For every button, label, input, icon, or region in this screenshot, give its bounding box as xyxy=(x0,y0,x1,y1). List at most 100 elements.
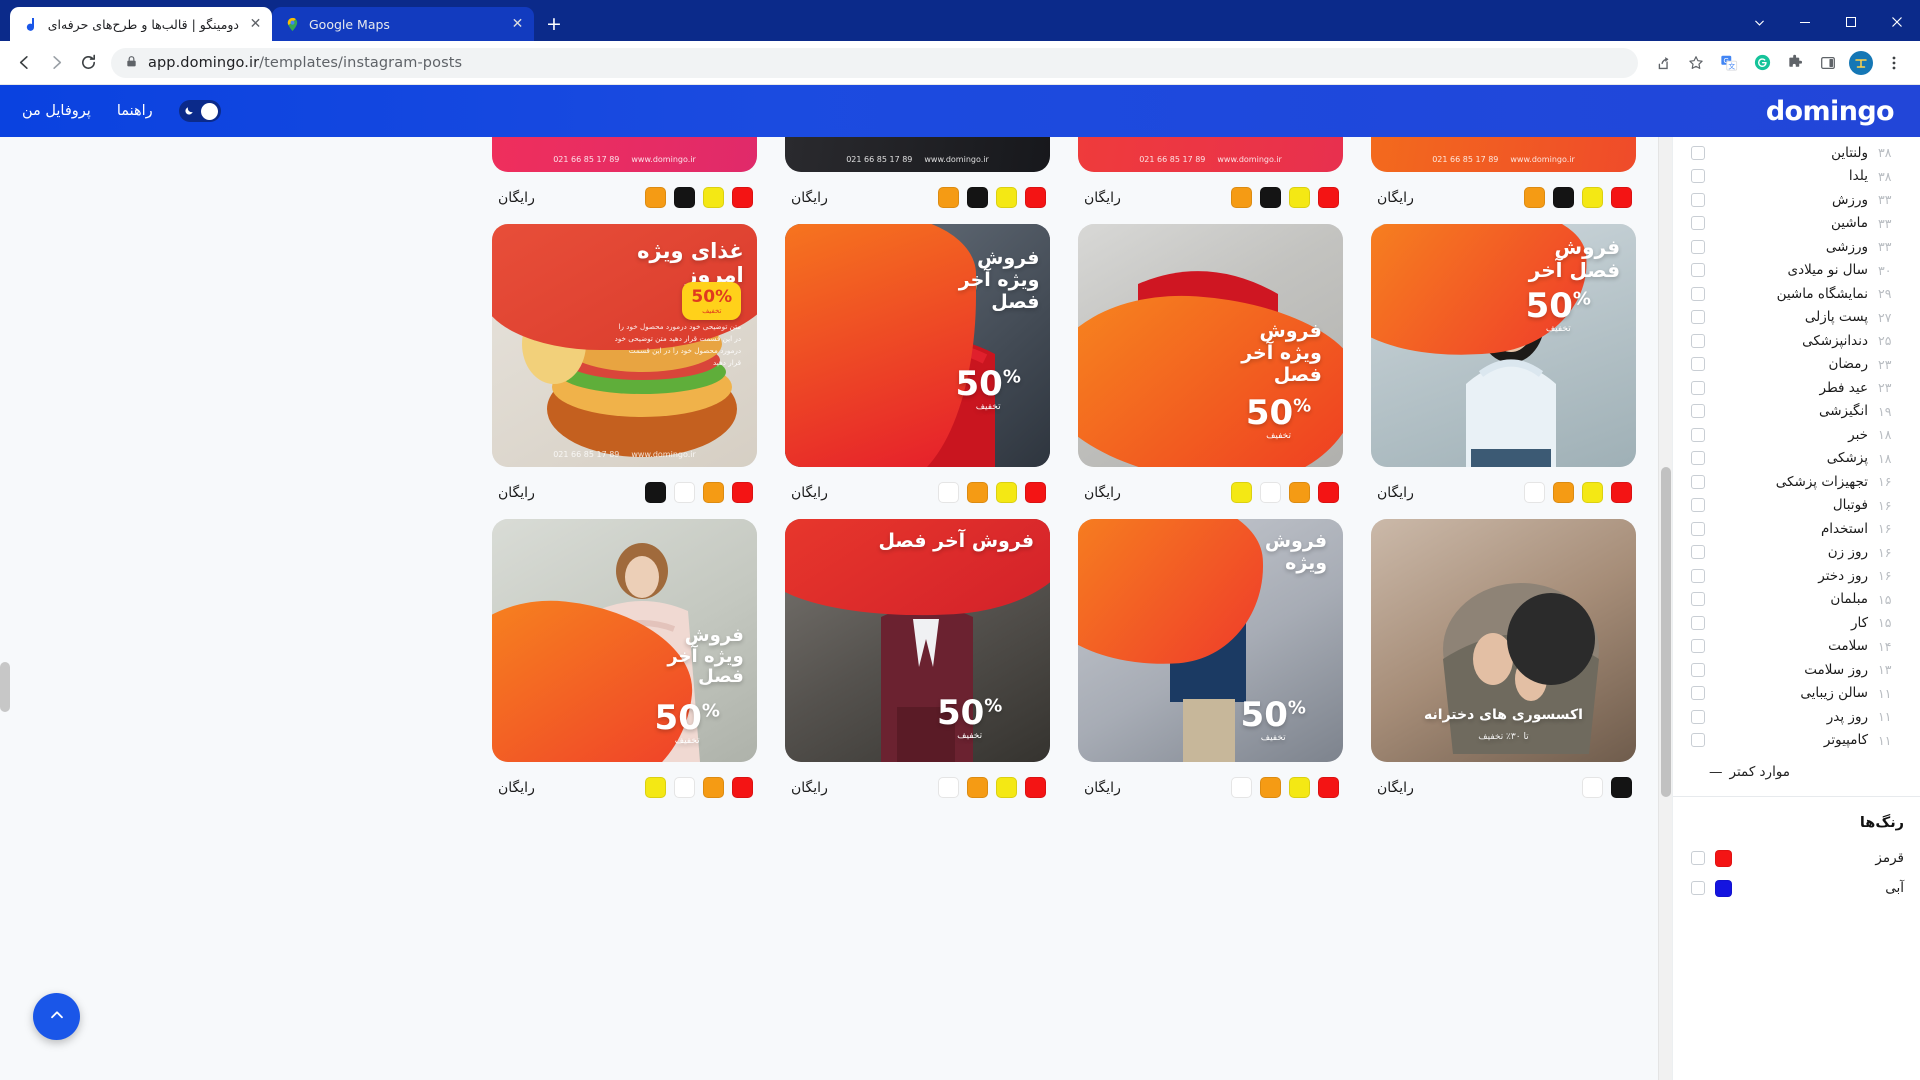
tag-checkbox[interactable] xyxy=(1691,192,1705,207)
card-color-swatch[interactable] xyxy=(1582,482,1603,503)
card-color-swatch[interactable] xyxy=(1611,777,1632,798)
card-color-swatch[interactable] xyxy=(1260,187,1281,208)
tag-filter-row[interactable]: ۱۱ روز پدر xyxy=(1673,705,1920,729)
tag-filter-row[interactable]: ۳۸ ولنتاین xyxy=(1673,141,1920,165)
tag-checkbox[interactable] xyxy=(1691,592,1705,607)
tag-checkbox[interactable] xyxy=(1691,169,1705,184)
tag-checkbox[interactable] xyxy=(1691,404,1705,419)
tag-filter-row[interactable]: ۱۸ پزشکی xyxy=(1673,447,1920,471)
color-filter-row[interactable]: آبی xyxy=(1673,873,1920,903)
tag-filter-row[interactable]: ۳۳ ورزشی xyxy=(1673,235,1920,259)
tag-checkbox[interactable] xyxy=(1691,639,1705,654)
tag-filter-row[interactable]: ۱۱ کامپیوتر xyxy=(1673,729,1920,753)
template-thumbnail[interactable]: فروش ویژه آخر فصل 50% تخفیف xyxy=(1078,224,1343,467)
card-color-swatch[interactable] xyxy=(1524,482,1545,503)
card-color-swatch[interactable] xyxy=(996,777,1017,798)
tag-checkbox[interactable] xyxy=(1691,709,1705,724)
template-card[interactable]: 021 66 85 17 89 www.domingo.ir رایگان xyxy=(492,137,757,214)
card-color-swatch[interactable] xyxy=(1260,777,1281,798)
tag-filter-row[interactable]: ۲۷ پست پازلی xyxy=(1673,306,1920,330)
browser-scrollbar-thumb[interactable] xyxy=(0,662,10,712)
template-thumbnail[interactable]: فروش ویژه 50% تخفیف xyxy=(1078,519,1343,762)
chevron-down-icon[interactable] xyxy=(1736,5,1782,39)
color-checkbox[interactable] xyxy=(1691,851,1705,865)
tag-filter-row[interactable]: ۱۱ سالن زیبایی xyxy=(1673,682,1920,706)
extensions-puzzle-icon[interactable] xyxy=(1780,48,1810,78)
close-window-icon[interactable] xyxy=(1874,5,1920,39)
card-color-swatch[interactable] xyxy=(1025,187,1046,208)
chrome-menu-icon[interactable] xyxy=(1879,48,1909,78)
tag-filter-row[interactable]: ۱۴ سلامت xyxy=(1673,635,1920,659)
card-color-swatch[interactable] xyxy=(938,777,959,798)
card-color-swatch[interactable] xyxy=(1524,187,1545,208)
card-color-swatch[interactable] xyxy=(1025,777,1046,798)
tag-filter-row[interactable]: ۱۵ مبلمان xyxy=(1673,588,1920,612)
tag-filter-row[interactable]: ۲۵ دندانپزشکی xyxy=(1673,329,1920,353)
card-color-swatch[interactable] xyxy=(1025,482,1046,503)
card-color-swatch[interactable] xyxy=(645,187,666,208)
card-color-swatch[interactable] xyxy=(938,482,959,503)
close-icon[interactable]: ✕ xyxy=(509,16,526,33)
template-thumbnail[interactable]: 021 66 85 17 89 www.domingo.ir xyxy=(1371,137,1636,172)
tag-checkbox[interactable] xyxy=(1691,357,1705,372)
template-card[interactable]: غذای ویژه امروز 50% تخفیف متن توضیحی خود در… xyxy=(492,224,757,509)
card-color-swatch[interactable] xyxy=(967,777,988,798)
card-color-swatch[interactable] xyxy=(1553,187,1574,208)
template-thumbnail[interactable]: غذای ویژه امروز 50% تخفیف متن توضیحی خود در… xyxy=(492,224,757,467)
tag-checkbox[interactable] xyxy=(1691,145,1705,160)
card-color-swatch[interactable] xyxy=(996,187,1017,208)
bookmark-star-icon[interactable] xyxy=(1681,48,1711,78)
tag-filter-row[interactable]: ۱۳ روز سلامت xyxy=(1673,658,1920,682)
tag-checkbox[interactable] xyxy=(1691,521,1705,536)
card-color-swatch[interactable] xyxy=(1611,187,1632,208)
tag-checkbox[interactable] xyxy=(1691,662,1705,677)
scroll-to-top-button[interactable] xyxy=(33,993,80,1040)
card-color-swatch[interactable] xyxy=(1318,482,1339,503)
card-color-swatch[interactable] xyxy=(1231,187,1252,208)
help-link[interactable]: راهنما xyxy=(117,103,153,119)
tag-checkbox[interactable] xyxy=(1691,333,1705,348)
card-color-swatch[interactable] xyxy=(674,187,695,208)
tag-filter-row[interactable]: ۱۶ روز دختر xyxy=(1673,564,1920,588)
new-tab-button[interactable]: + xyxy=(540,10,568,38)
card-color-swatch[interactable] xyxy=(967,482,988,503)
tag-checkbox[interactable] xyxy=(1691,286,1705,301)
address-bar[interactable]: app.domingo.ir/templates/instagram-posts xyxy=(111,47,1638,78)
card-color-swatch[interactable] xyxy=(674,777,695,798)
tag-filter-row[interactable]: ۲۳ رمضان xyxy=(1673,353,1920,377)
scrollbar-thumb[interactable] xyxy=(1661,467,1671,797)
card-color-swatch[interactable] xyxy=(1553,482,1574,503)
template-thumbnail[interactable]: 021 66 85 17 89 www.domingo.ir xyxy=(785,137,1050,172)
grammarly-icon[interactable] xyxy=(1747,48,1777,78)
tag-filter-row[interactable]: ۱۵ کار xyxy=(1673,611,1920,635)
show-less-link[interactable]: موارد کمتر — xyxy=(1673,752,1920,796)
tag-checkbox[interactable] xyxy=(1691,733,1705,748)
card-color-swatch[interactable] xyxy=(645,777,666,798)
card-color-swatch[interactable] xyxy=(1289,777,1310,798)
card-color-swatch[interactable] xyxy=(703,187,724,208)
card-color-swatch[interactable] xyxy=(996,482,1017,503)
tag-filter-row[interactable]: ۲۳ عید فطر xyxy=(1673,376,1920,400)
card-color-swatch[interactable] xyxy=(938,187,959,208)
side-panel-icon[interactable] xyxy=(1813,48,1843,78)
tag-filter-row[interactable]: ۱۶ فوتبال xyxy=(1673,494,1920,518)
tag-checkbox[interactable] xyxy=(1691,216,1705,231)
forward-icon[interactable] xyxy=(41,48,71,78)
profile-avatar-icon[interactable] xyxy=(1846,48,1876,78)
card-color-swatch[interactable] xyxy=(1582,187,1603,208)
template-card[interactable]: فروش ویژه 50% تخفیف رایگان xyxy=(1078,519,1343,804)
tag-filter-row[interactable]: ۱۶ استخدام xyxy=(1673,517,1920,541)
tag-checkbox[interactable] xyxy=(1691,239,1705,254)
tag-filter-row[interactable]: ۱۶ روز زن xyxy=(1673,541,1920,565)
template-card[interactable]: اکسسوری های دخترانه تا ۳۰٪ تخفیف رایگان xyxy=(1371,519,1636,804)
tag-filter-row[interactable]: ۳۰ سال نو میلادی xyxy=(1673,259,1920,283)
template-card[interactable]: فروش ویژه آخر فصل 50% تخفیف رایگان xyxy=(492,519,757,804)
browser-scrollbar-left[interactable] xyxy=(0,137,10,1080)
card-color-swatch[interactable] xyxy=(1611,482,1632,503)
card-color-swatch[interactable] xyxy=(1289,482,1310,503)
template-thumbnail[interactable]: فروش آخر فصل 50% تخفیف xyxy=(785,519,1050,762)
close-icon[interactable]: ✕ xyxy=(247,16,264,33)
card-color-swatch[interactable] xyxy=(674,482,695,503)
card-color-swatch[interactable] xyxy=(703,777,724,798)
app-logo[interactable]: domingo xyxy=(1766,96,1895,127)
